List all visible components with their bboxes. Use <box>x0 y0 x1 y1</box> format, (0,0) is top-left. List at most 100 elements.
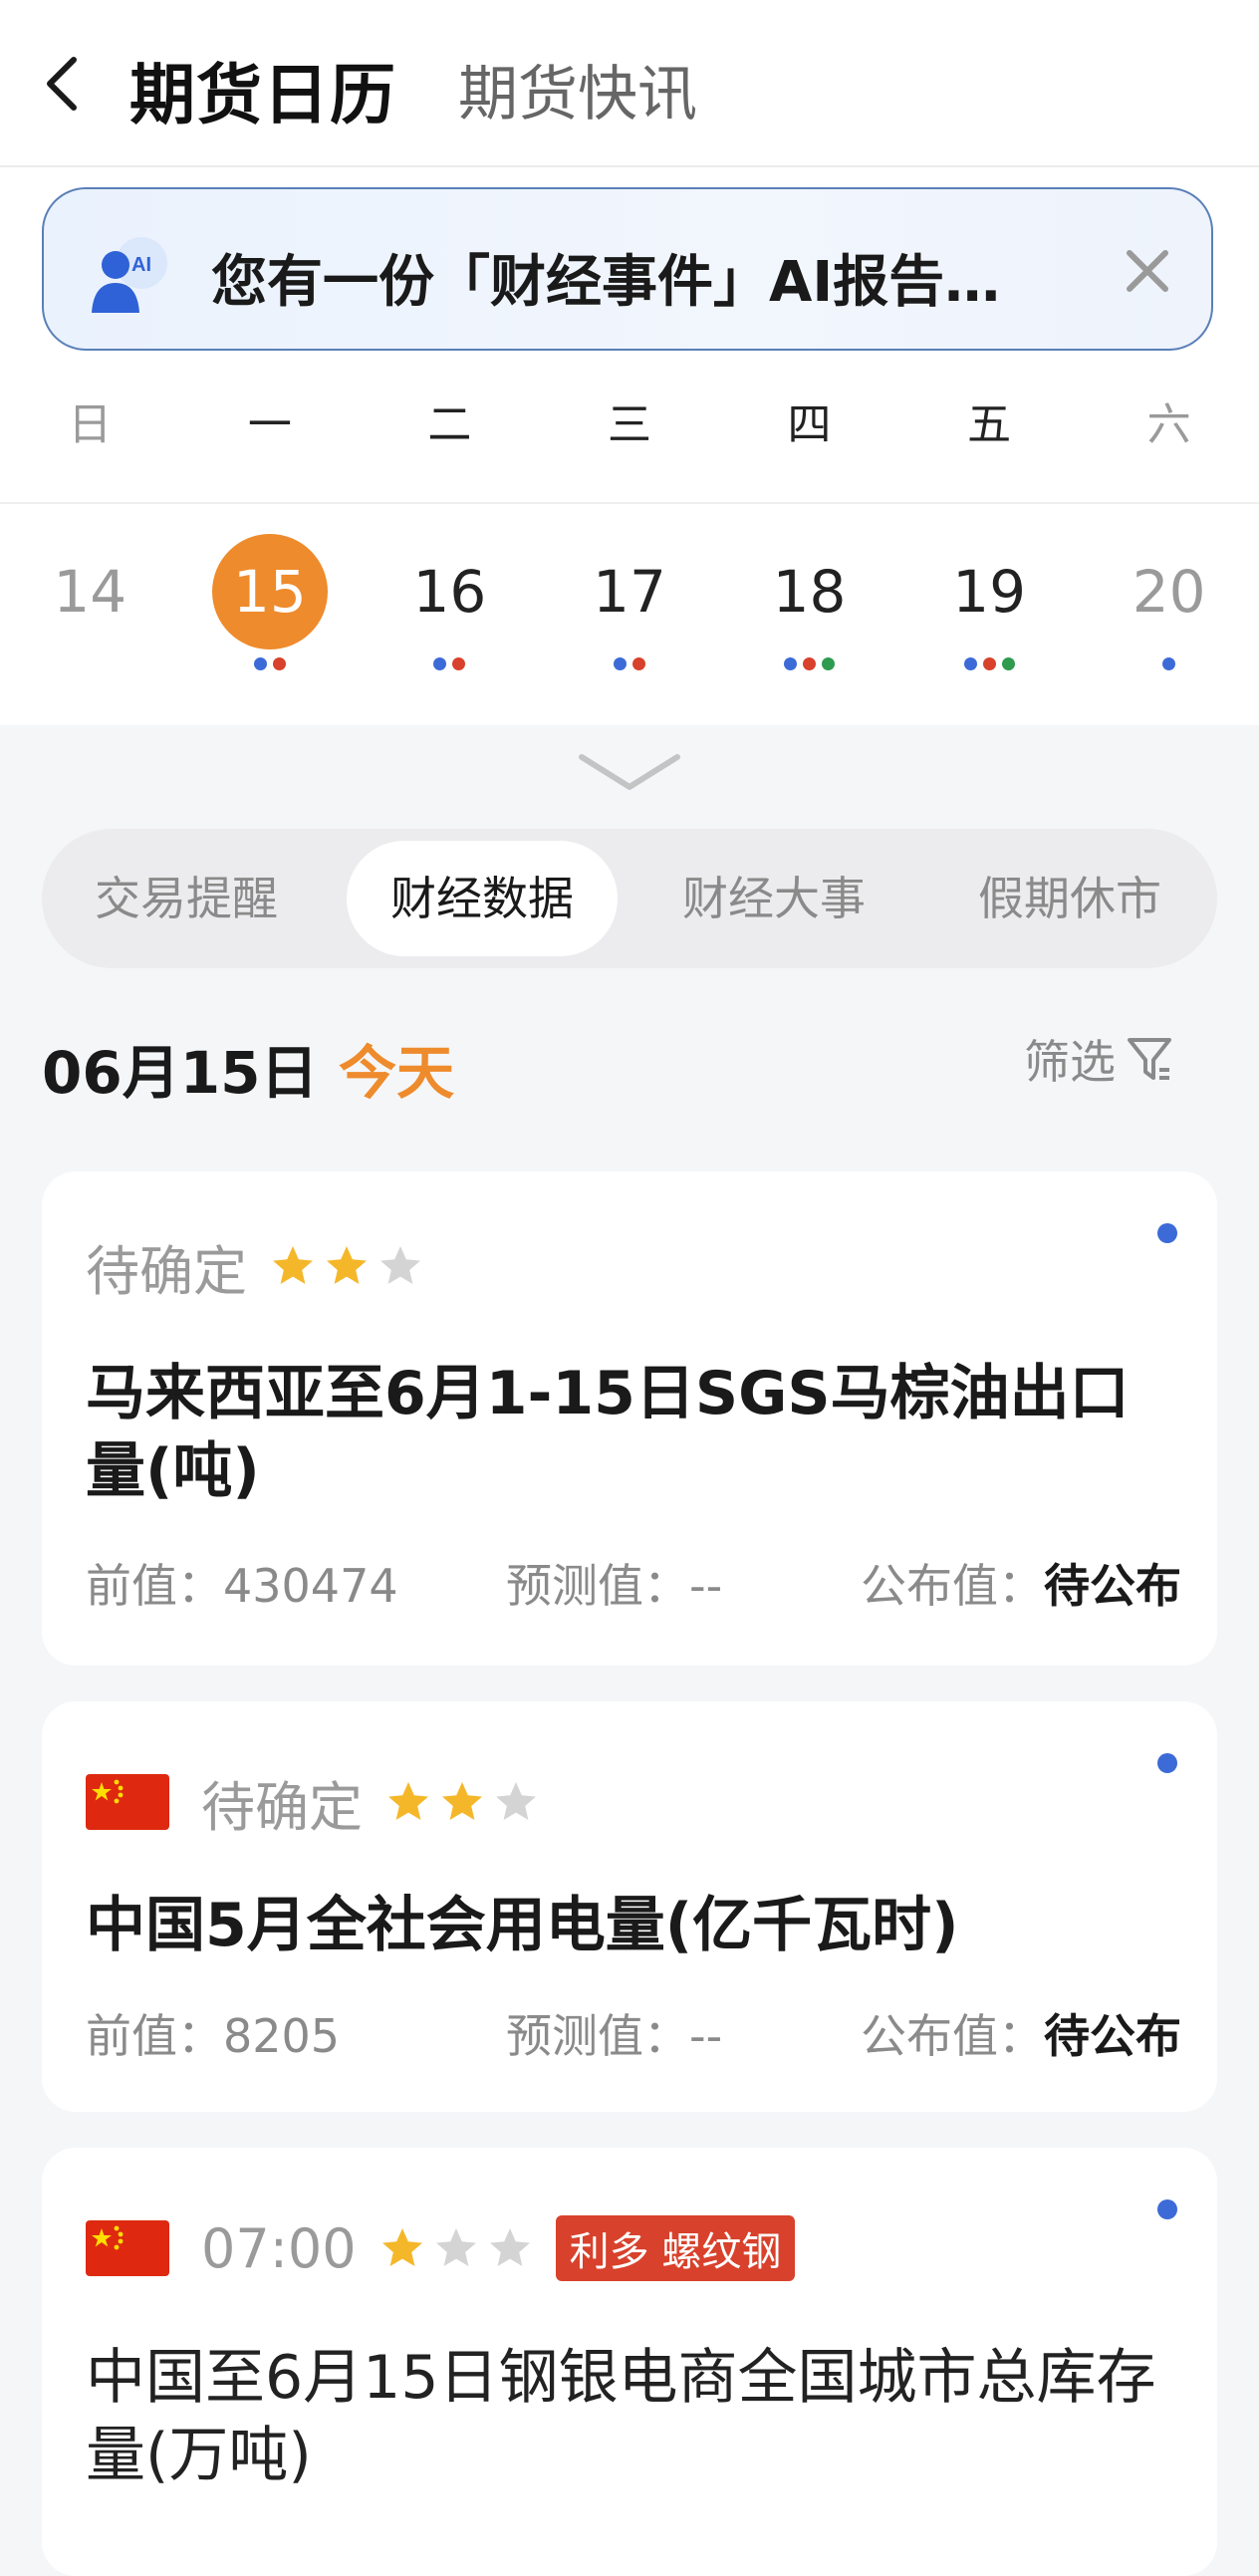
event-dot <box>784 657 798 670</box>
event-dots <box>180 657 361 670</box>
calendar-day[interactable]: 18 <box>719 528 899 687</box>
weekday-label: 三 <box>607 399 651 450</box>
bullish-tag: 利多 螺纹钢 <box>555 2215 796 2281</box>
event-card[interactable]: 待确定 马来西亚至6月1-15日SGS马棕油出口量(吨) 前值：430474 预… <box>42 1171 1217 1666</box>
china-flag-icon <box>86 2220 169 2276</box>
tab-futures-news[interactable]: 期货快讯 <box>458 46 697 132</box>
tab-trade-reminder[interactable]: 交易提醒 <box>52 841 321 956</box>
filter-button[interactable]: 筛选 <box>1024 1026 1173 1092</box>
week-days-row: 14 15 16 17 18 19 20 <box>0 528 1259 687</box>
day-number: 18 <box>772 558 847 626</box>
selected-date: 06月15日 <box>42 1039 319 1107</box>
calendar-day[interactable]: 14 <box>0 528 180 687</box>
star-empty-icon <box>435 2228 476 2266</box>
weekday-label: 二 <box>427 399 472 450</box>
star-filled-icon <box>327 1246 367 1284</box>
event-dots <box>719 657 899 670</box>
ai-report-text: 您有一份「财经事件」AI报告… <box>211 250 1001 315</box>
day-number: 16 <box>412 558 487 626</box>
ai-avatar-icon: AI <box>92 237 167 313</box>
ai-badge-text: AI <box>131 254 151 276</box>
star-filled-icon <box>442 1782 482 1820</box>
weekday-label: 六 <box>1146 399 1191 450</box>
calendar-day[interactable]: 20 <box>1079 528 1259 687</box>
event-dots <box>1079 657 1259 670</box>
china-flag-icon <box>86 1774 169 1830</box>
importance-stars <box>384 1778 540 1826</box>
forecast-value: 预测值：-- <box>506 1559 723 1613</box>
star-empty-icon <box>380 1246 420 1284</box>
event-dots <box>899 657 1080 670</box>
event-dot <box>433 657 447 670</box>
event-title: 中国至6月15日钢银电商全国城市总库存量(万吨) <box>86 2343 1156 2490</box>
card-meta: 待确定 <box>86 1231 446 1303</box>
close-icon[interactable] <box>1120 243 1175 299</box>
importance-stars <box>378 2224 534 2272</box>
event-time: 07:00 <box>201 2216 357 2280</box>
star-filled-icon <box>273 1246 313 1284</box>
star-empty-icon <box>489 2228 530 2266</box>
calendar-day[interactable]: 16 <box>360 528 540 687</box>
event-card[interactable]: 待确定 中国5月全社会用电量(亿千瓦时) 前值：8205 预测值：-- 公布值：… <box>42 1701 1217 2112</box>
day-number: 15 <box>211 534 328 649</box>
unread-dot <box>1157 2199 1177 2219</box>
day-number: 17 <box>593 558 666 626</box>
weekday-header: 日 一 二 三 四 五 六 <box>0 388 1259 468</box>
event-dot <box>1162 657 1176 670</box>
event-time: 待确定 <box>201 1775 363 1839</box>
tab-economic-events[interactable]: 财经大事 <box>639 841 908 956</box>
event-dot <box>613 657 627 670</box>
event-dots <box>540 657 720 670</box>
calendar-day-selected[interactable]: 15 <box>180 528 361 687</box>
event-dot <box>631 657 645 670</box>
event-dot <box>803 657 817 670</box>
card-meta: 07:00 利多 螺纹钢 <box>86 2203 796 2293</box>
importance-stars <box>269 1242 424 1290</box>
event-time: 待确定 <box>86 1239 247 1303</box>
event-dot <box>253 657 267 670</box>
top-nav-bar: 期货日历 期货快讯 <box>0 0 1259 167</box>
day-number: 20 <box>1132 558 1206 626</box>
previous-value: 前值：8205 <box>86 2009 341 2063</box>
weekday-label: 四 <box>787 399 832 450</box>
weekday-label: 五 <box>967 399 1012 450</box>
actual-value: 公布值：待公布 <box>861 1559 1181 1613</box>
filter-label: 筛选 <box>1024 1035 1116 1089</box>
filter-icon <box>1128 1038 1171 1080</box>
star-filled-icon <box>381 2228 422 2266</box>
actual-value: 公布值：待公布 <box>861 2009 1181 2063</box>
day-number: 19 <box>952 558 1026 626</box>
forecast-value: 预测值：-- <box>506 2009 723 2063</box>
event-dot <box>982 657 996 670</box>
expand-chevron-icon[interactable] <box>578 751 681 795</box>
star-empty-icon <box>496 1782 536 1820</box>
event-dot <box>1001 657 1015 670</box>
weekday-label: 一 <box>247 399 292 450</box>
event-dot <box>452 657 466 670</box>
unread-dot <box>1157 1223 1177 1243</box>
day-number: 14 <box>53 558 127 626</box>
event-card[interactable]: 07:00 利多 螺纹钢 中国至6月15日钢银电商全国城市总库存量(万吨) <box>42 2148 1217 2576</box>
divider <box>0 502 1259 504</box>
calendar-day[interactable]: 19 <box>899 528 1080 687</box>
calendar-day[interactable]: 17 <box>540 528 720 687</box>
category-tabs: 交易提醒 财经数据 财经大事 假期休市 <box>42 829 1217 968</box>
event-title: 马来西亚至6月1-15日SGS马棕油出口量(吨) <box>86 1359 1130 1506</box>
star-filled-icon <box>388 1782 428 1820</box>
event-stats: 前值：8205 预测值：-- 公布值：待公布 <box>86 2000 1181 2063</box>
back-button[interactable] <box>34 52 90 116</box>
ai-report-banner[interactable]: AI 您有一份「财经事件」AI报告… <box>42 187 1213 351</box>
today-label: 今天 <box>339 1039 455 1107</box>
unread-dot <box>1157 1753 1177 1773</box>
tab-holiday-closure[interactable]: 假期休市 <box>930 841 1209 956</box>
card-meta: 待确定 <box>86 1757 562 1847</box>
tab-economic-data[interactable]: 财经数据 <box>347 841 618 956</box>
event-dot <box>822 657 836 670</box>
weekday-label: 日 <box>68 399 113 450</box>
previous-value: 前值：430474 <box>86 1559 398 1613</box>
event-title: 中国5月全社会用电量(亿千瓦时) <box>86 1891 959 1960</box>
event-dot <box>272 657 286 670</box>
chevron-left-icon <box>47 57 77 111</box>
event-dot <box>963 657 977 670</box>
tab-futures-calendar[interactable]: 期货日历 <box>129 42 396 137</box>
